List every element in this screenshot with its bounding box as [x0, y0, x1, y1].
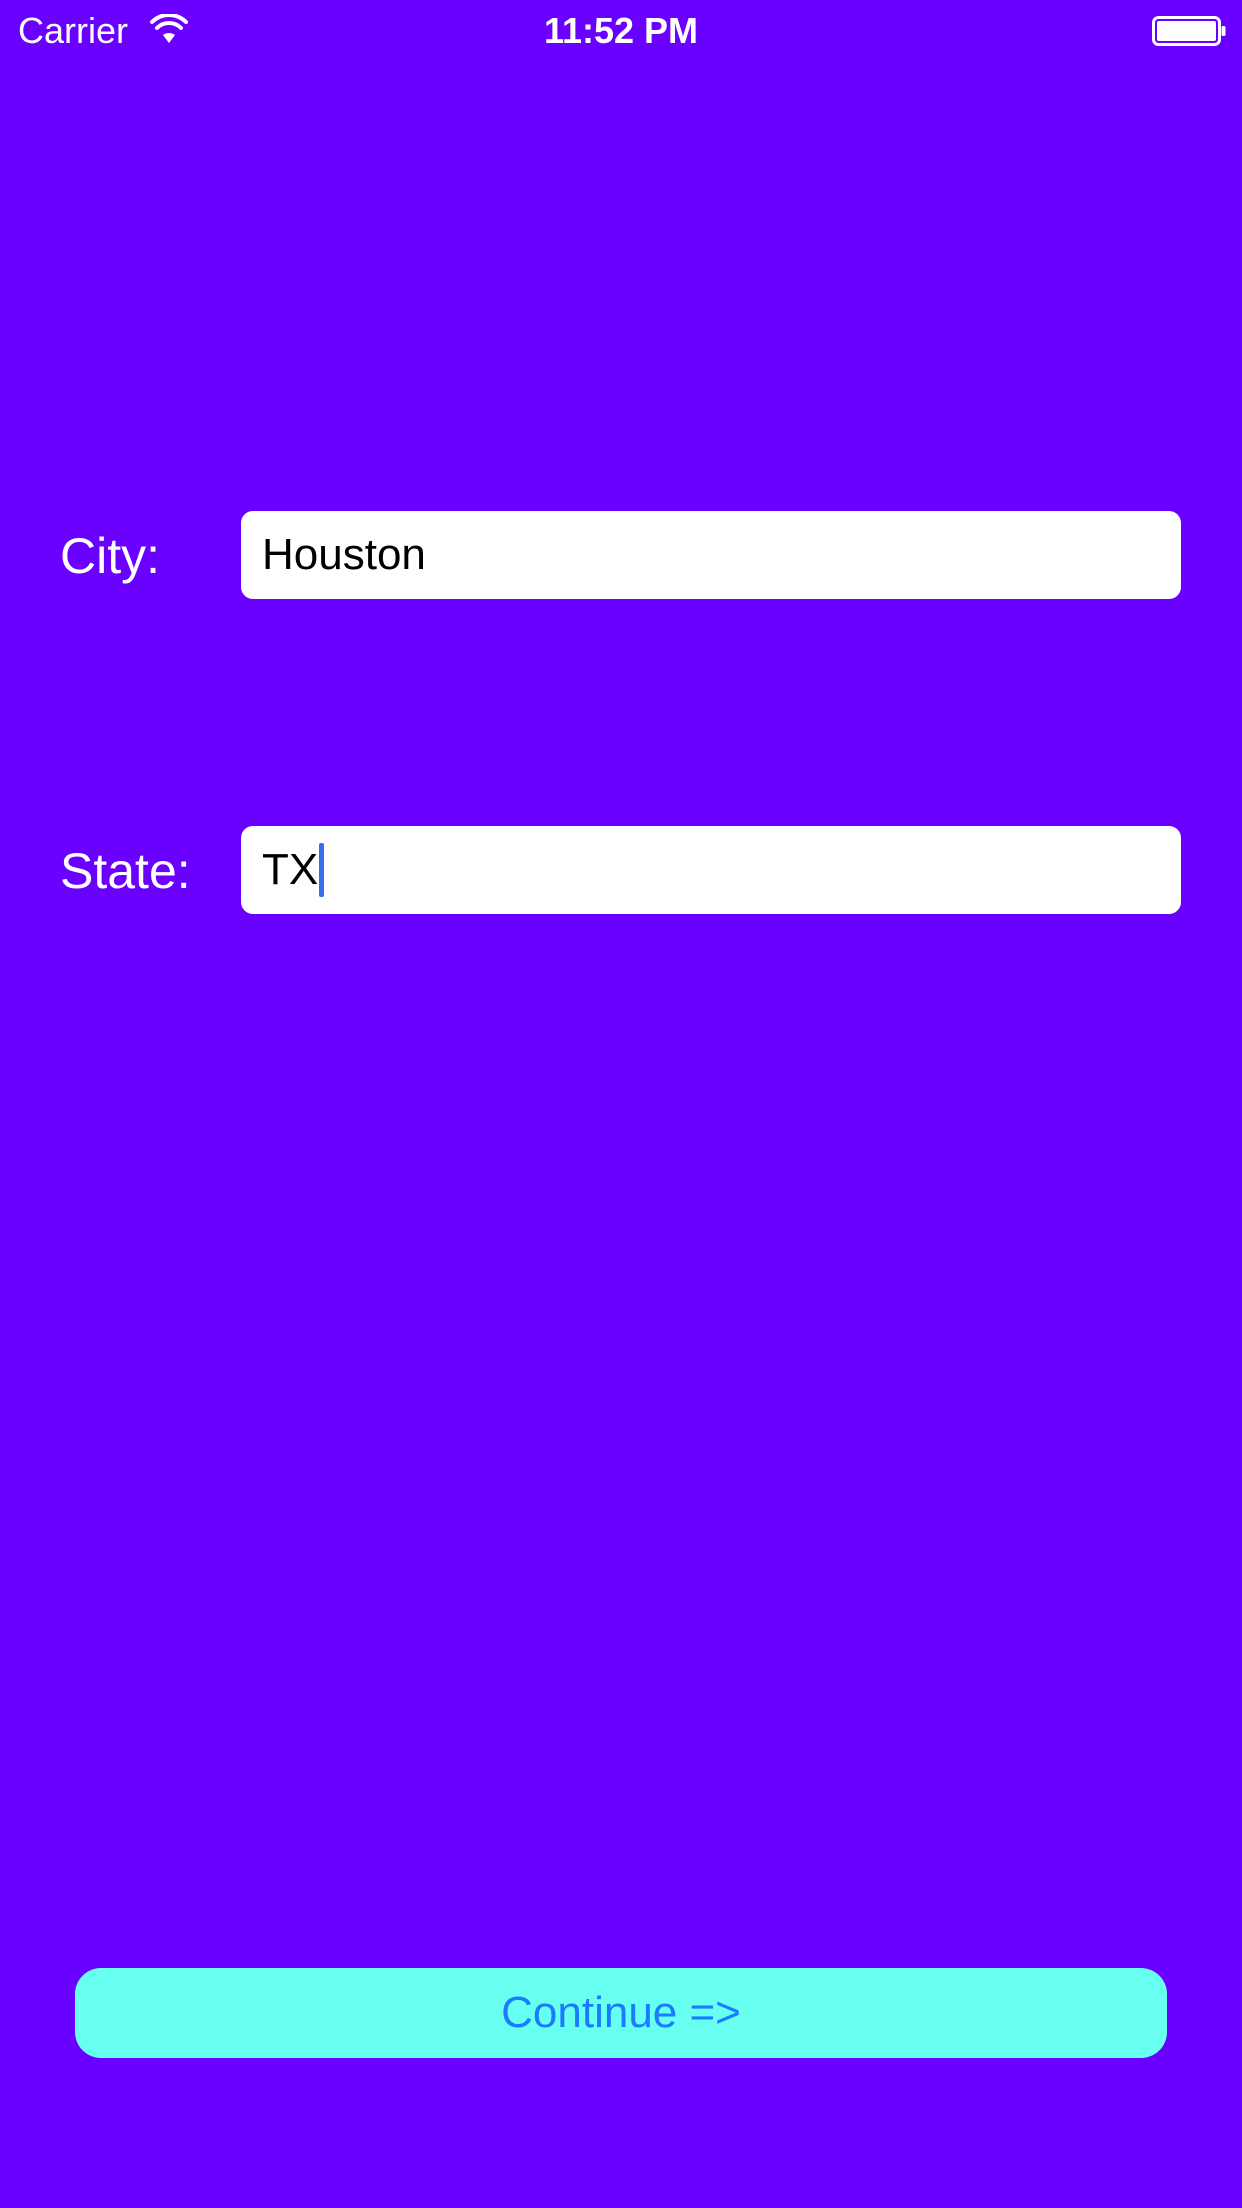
continue-button[interactable]: Continue => — [75, 1968, 1167, 2058]
city-input[interactable]: Houston — [241, 511, 1181, 599]
state-input-value: TX — [262, 845, 319, 894]
state-input[interactable]: TX — [241, 826, 1181, 914]
city-input-value: Houston — [262, 530, 426, 579]
state-label: State: — [60, 843, 191, 899]
text-cursor — [319, 843, 325, 897]
battery-full-icon — [1152, 16, 1226, 46]
status-bar: Carrier 11:52 PM — [0, 0, 1242, 60]
status-time: 11:52 PM — [543, 10, 699, 51]
city-label: City: — [60, 528, 160, 584]
